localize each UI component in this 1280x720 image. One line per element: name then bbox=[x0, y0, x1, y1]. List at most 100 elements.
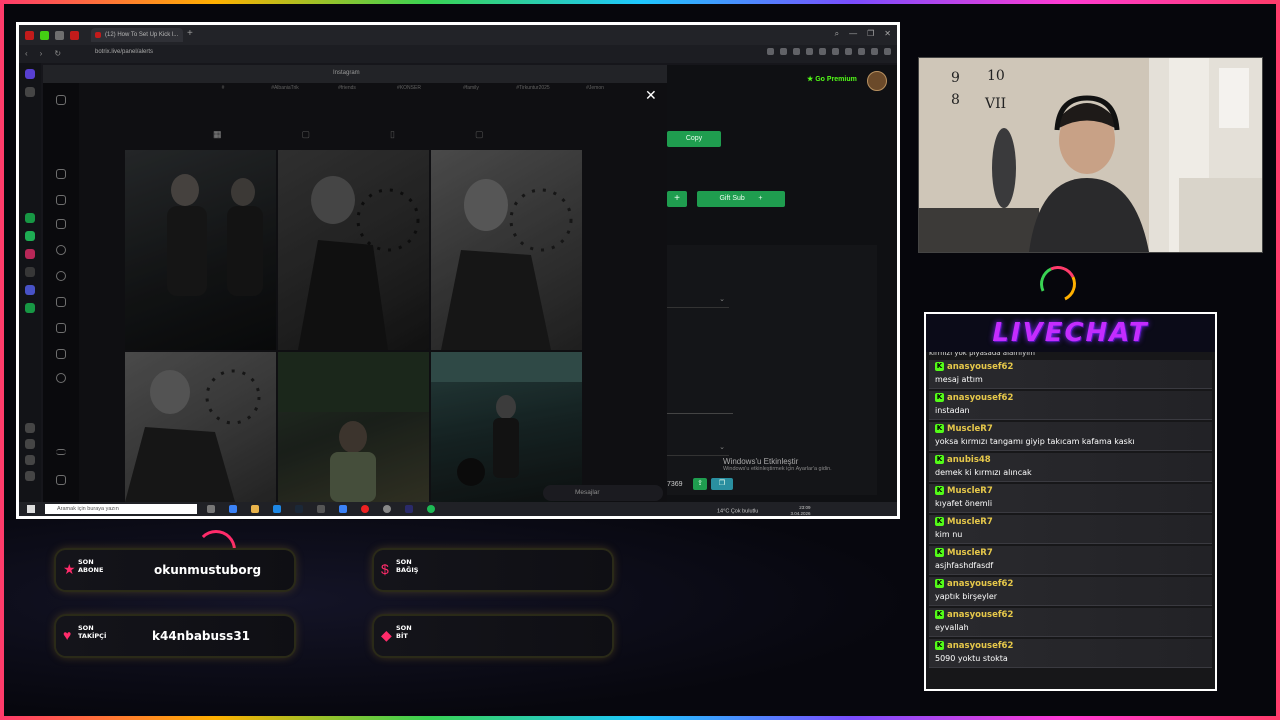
go-premium-button[interactable]: ★ Go Premium bbox=[807, 75, 857, 83]
steam-icon[interactable] bbox=[295, 505, 303, 513]
chat-message: anasyousef62 eyvallah bbox=[929, 608, 1212, 637]
extension-icon[interactable] bbox=[780, 48, 787, 55]
highlight-item[interactable]: #KONSER bbox=[389, 85, 429, 91]
download-icon[interactable] bbox=[25, 455, 35, 465]
apps-icon[interactable] bbox=[56, 475, 66, 485]
obs-icon[interactable] bbox=[383, 505, 391, 513]
extension-icon[interactable] bbox=[819, 48, 826, 55]
extension-icon[interactable] bbox=[871, 48, 878, 55]
svg-text:9: 9 bbox=[951, 70, 960, 86]
opera-icon[interactable] bbox=[25, 30, 34, 40]
history-icon[interactable] bbox=[25, 439, 35, 449]
discord-icon[interactable] bbox=[25, 285, 35, 295]
dashboard-icon[interactable] bbox=[56, 349, 66, 359]
instagram-nav bbox=[43, 83, 79, 505]
extension-icon[interactable] bbox=[767, 48, 774, 55]
post-thumbnail[interactable] bbox=[125, 150, 276, 350]
opera-icon[interactable] bbox=[361, 505, 369, 513]
highlight-item[interactable]: #friends bbox=[327, 85, 367, 91]
activation-title: Windows'u Etkinleştir bbox=[723, 457, 799, 466]
edge-icon[interactable] bbox=[229, 505, 237, 513]
post-thumbnail[interactable] bbox=[278, 150, 429, 350]
windows-start-icon[interactable] bbox=[27, 505, 35, 513]
saved-icon[interactable]: ▯ bbox=[390, 129, 395, 140]
copy-button[interactable]: Copy bbox=[667, 131, 721, 147]
bookmark-icon[interactable] bbox=[25, 87, 35, 97]
messages-pill[interactable]: Mesajlar bbox=[543, 485, 663, 501]
extension-icon[interactable] bbox=[858, 48, 865, 55]
extension-icon[interactable] bbox=[793, 48, 800, 55]
reels-tab-icon[interactable]: ▢ bbox=[302, 129, 311, 140]
last-subscriber-panel: ★ SON ABONE okunmustuborg bbox=[56, 550, 294, 590]
upload-icon[interactable]: ⇪ bbox=[693, 478, 707, 490]
profile-icon[interactable] bbox=[56, 373, 66, 383]
copy-icon[interactable]: ❐ bbox=[711, 478, 733, 490]
post-thumbnail[interactable] bbox=[431, 150, 582, 350]
browser-tab[interactable]: (12) How To Set Up Kick l... bbox=[91, 28, 183, 42]
maximize-icon[interactable]: ❐ bbox=[867, 29, 874, 39]
posts-grid-icon[interactable]: ▦ bbox=[213, 129, 222, 140]
search-icon[interactable] bbox=[56, 245, 66, 255]
tagged-icon[interactable]: ▢ bbox=[475, 129, 484, 140]
kick-icon[interactable] bbox=[40, 30, 49, 40]
gift-sub-button[interactable]: Gift Sub + bbox=[697, 191, 785, 207]
task-view-icon[interactable] bbox=[207, 505, 215, 513]
workspace-icon[interactable] bbox=[55, 30, 64, 40]
spotify-icon[interactable] bbox=[25, 303, 35, 313]
back-icon[interactable]: ‹ bbox=[25, 49, 28, 58]
extension-icon[interactable] bbox=[884, 48, 891, 55]
taskbar-search[interactable]: Aramak için buraya yazın bbox=[45, 504, 197, 514]
spotify-icon[interactable] bbox=[427, 505, 435, 513]
send-icon[interactable] bbox=[56, 219, 66, 229]
highlight-item[interactable]: #AlbaniaTrik bbox=[265, 85, 305, 91]
extension-icon[interactable] bbox=[806, 48, 813, 55]
extension-icon[interactable] bbox=[832, 48, 839, 55]
minimize-icon[interactable]: — bbox=[849, 29, 857, 39]
new-tab-button[interactable]: + bbox=[187, 28, 193, 39]
post-thumbnail[interactable] bbox=[431, 352, 582, 502]
settings-icon[interactable] bbox=[25, 471, 35, 481]
chatgpt-icon[interactable] bbox=[25, 213, 35, 223]
highlight-item[interactable]: # bbox=[203, 85, 243, 91]
highlight-item[interactable]: #family bbox=[451, 85, 491, 91]
chevron-down-icon: ⌄ bbox=[719, 296, 725, 303]
home-icon[interactable] bbox=[25, 69, 35, 79]
slider-track[interactable] bbox=[667, 413, 733, 414]
create-icon[interactable] bbox=[56, 323, 66, 333]
heart-icon[interactable] bbox=[25, 423, 35, 433]
search-tabs-icon[interactable]: ⌕ bbox=[835, 29, 839, 39]
forward-icon[interactable]: › bbox=[40, 49, 43, 58]
add-button[interactable]: + bbox=[667, 191, 687, 207]
store-icon[interactable] bbox=[273, 505, 281, 513]
file-explorer-icon[interactable] bbox=[251, 505, 259, 513]
close-icon[interactable]: ✕ bbox=[884, 29, 891, 39]
gift-sub-label: Gift Sub bbox=[719, 195, 745, 202]
dropdown[interactable]: ⌄ bbox=[667, 293, 729, 308]
url-field[interactable]: botrix.live/panel/alerts bbox=[95, 49, 153, 55]
notifications-icon[interactable] bbox=[56, 297, 66, 307]
tiktok-icon[interactable] bbox=[25, 267, 35, 277]
tab-youtube-icon[interactable] bbox=[70, 30, 79, 40]
instagram-icon[interactable] bbox=[25, 249, 35, 259]
menu-icon[interactable] bbox=[56, 449, 66, 455]
chat-message: anasyousef62 mesaj attım bbox=[929, 360, 1212, 389]
dropdown[interactable]: ⌄ bbox=[667, 441, 729, 456]
post-thumbnail[interactable] bbox=[125, 352, 276, 502]
weather[interactable]: 14°C Çok bulutlu bbox=[717, 508, 758, 514]
reels-icon[interactable] bbox=[56, 195, 66, 205]
app-icon[interactable] bbox=[317, 505, 325, 513]
instagram-logo-icon[interactable] bbox=[56, 95, 66, 105]
whatsapp-icon[interactable] bbox=[25, 231, 35, 241]
post-thumbnail[interactable] bbox=[278, 352, 429, 502]
home-icon[interactable] bbox=[56, 169, 66, 179]
highlight-item[interactable]: #Tirkuntur2025 bbox=[513, 85, 553, 91]
reload-icon[interactable]: ↻ bbox=[54, 49, 61, 58]
explore-icon[interactable] bbox=[56, 271, 66, 281]
clock[interactable]: 23:09 3.04.2026 bbox=[790, 505, 810, 516]
close-icon[interactable]: ✕ bbox=[645, 87, 657, 104]
premiere-icon[interactable] bbox=[405, 505, 413, 513]
app-icon[interactable] bbox=[339, 505, 347, 513]
extension-icon[interactable] bbox=[845, 48, 852, 55]
avatar[interactable] bbox=[867, 71, 887, 91]
highlight-item[interactable]: #Jemon bbox=[575, 85, 615, 91]
